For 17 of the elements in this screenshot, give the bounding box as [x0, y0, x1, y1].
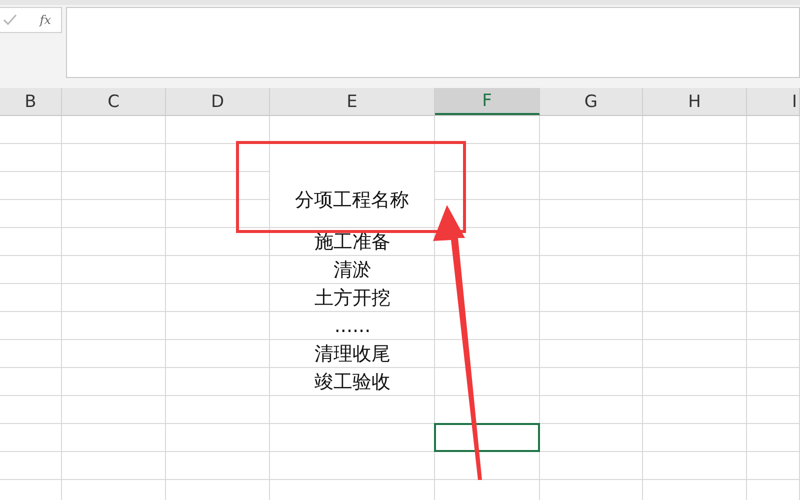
table-cell-text: ...... — [333, 314, 372, 339]
table-cell-text: 清淤 — [332, 258, 372, 283]
column-header[interactable]: C — [62, 88, 166, 115]
selected-cell[interactable] — [434, 423, 540, 452]
table-cell-text: 竣工验收 — [314, 370, 392, 395]
column-header[interactable]: G — [540, 88, 643, 115]
column-header[interactable]: H — [643, 88, 747, 115]
function-button[interactable]: fx — [40, 13, 51, 27]
formula-input[interactable] — [66, 7, 800, 78]
table-cell-text: 施工准备 — [314, 230, 392, 255]
column-header[interactable]: D — [166, 88, 270, 115]
column-header[interactable]: I — [747, 88, 800, 115]
check-icon[interactable] — [3, 14, 17, 26]
column-header[interactable]: B — [0, 88, 62, 115]
table-cell-text: 清理收尾 — [314, 342, 392, 367]
column-header[interactable]: F — [435, 88, 540, 115]
table-cell-text: 土方开挖 — [314, 286, 392, 311]
